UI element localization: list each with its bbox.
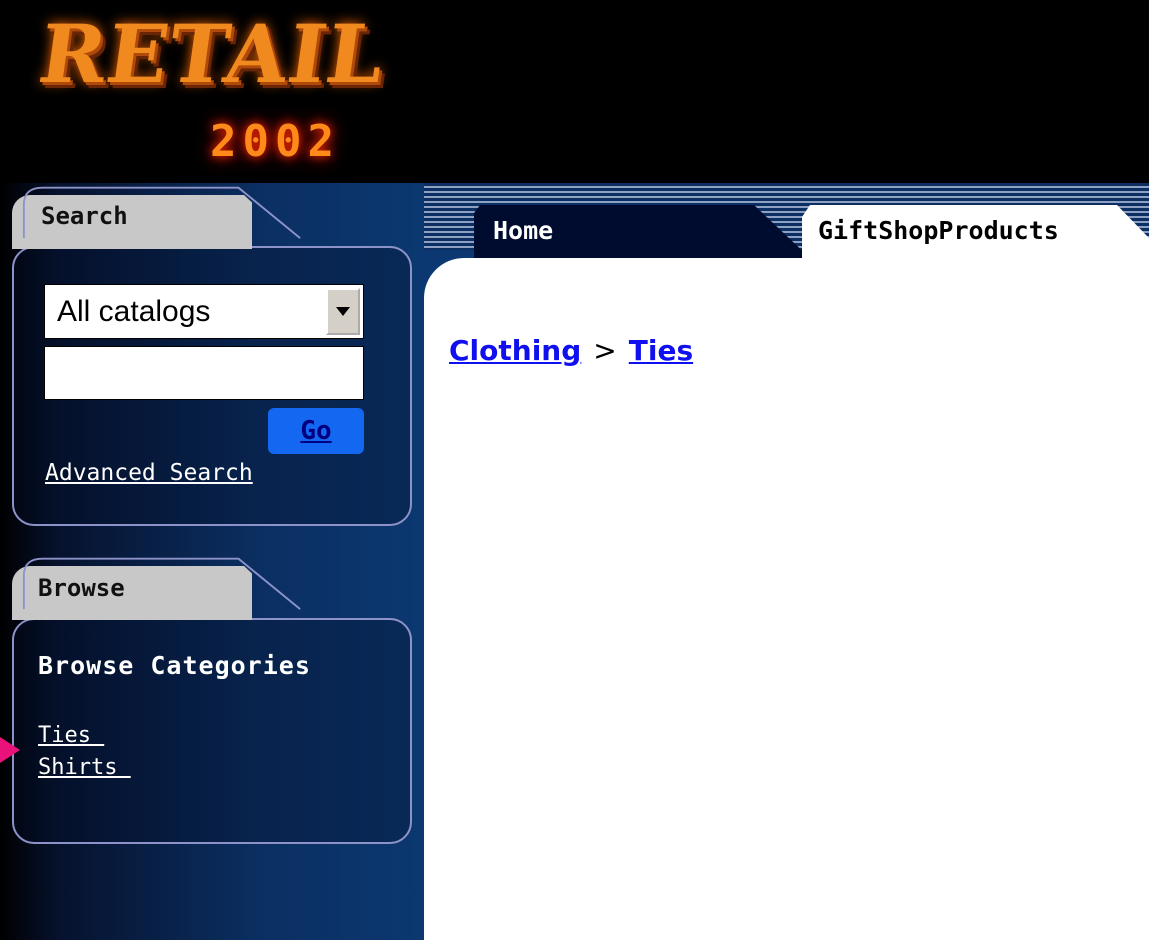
go-button[interactable]: Go	[268, 408, 364, 454]
browse-tab-label: Browse	[38, 574, 125, 602]
search-input[interactable]	[44, 346, 364, 400]
tab-home-label[interactable]: Home	[493, 216, 553, 245]
category-link-shirts[interactable]: Shirts	[38, 755, 131, 780]
logo-wordmark: RETAIL	[33, 7, 391, 101]
catalog-dropdown-button[interactable]	[326, 288, 360, 335]
logo-year: 2002	[210, 116, 340, 167]
breadcrumb: Clothing > Ties	[449, 334, 693, 367]
breadcrumb-separator: >	[593, 334, 617, 367]
browse-categories-heading: Browse Categories	[38, 651, 311, 680]
breadcrumb-link-ties[interactable]: Ties	[629, 334, 693, 367]
pointer-arrow-icon	[0, 737, 20, 763]
breadcrumb-link-clothing[interactable]: Clothing	[449, 334, 581, 367]
search-tab-label: Search	[41, 202, 128, 230]
tab-giftshopproducts-label[interactable]: GiftShopProducts	[818, 216, 1059, 245]
header-banner: RETAIL 2002	[0, 0, 1149, 183]
catalog-select[interactable]: All catalogs	[44, 284, 364, 339]
chevron-down-icon	[336, 306, 350, 316]
category-link-ties[interactable]: Ties	[38, 723, 104, 748]
advanced-search-link[interactable]: Advanced Search	[45, 460, 253, 486]
